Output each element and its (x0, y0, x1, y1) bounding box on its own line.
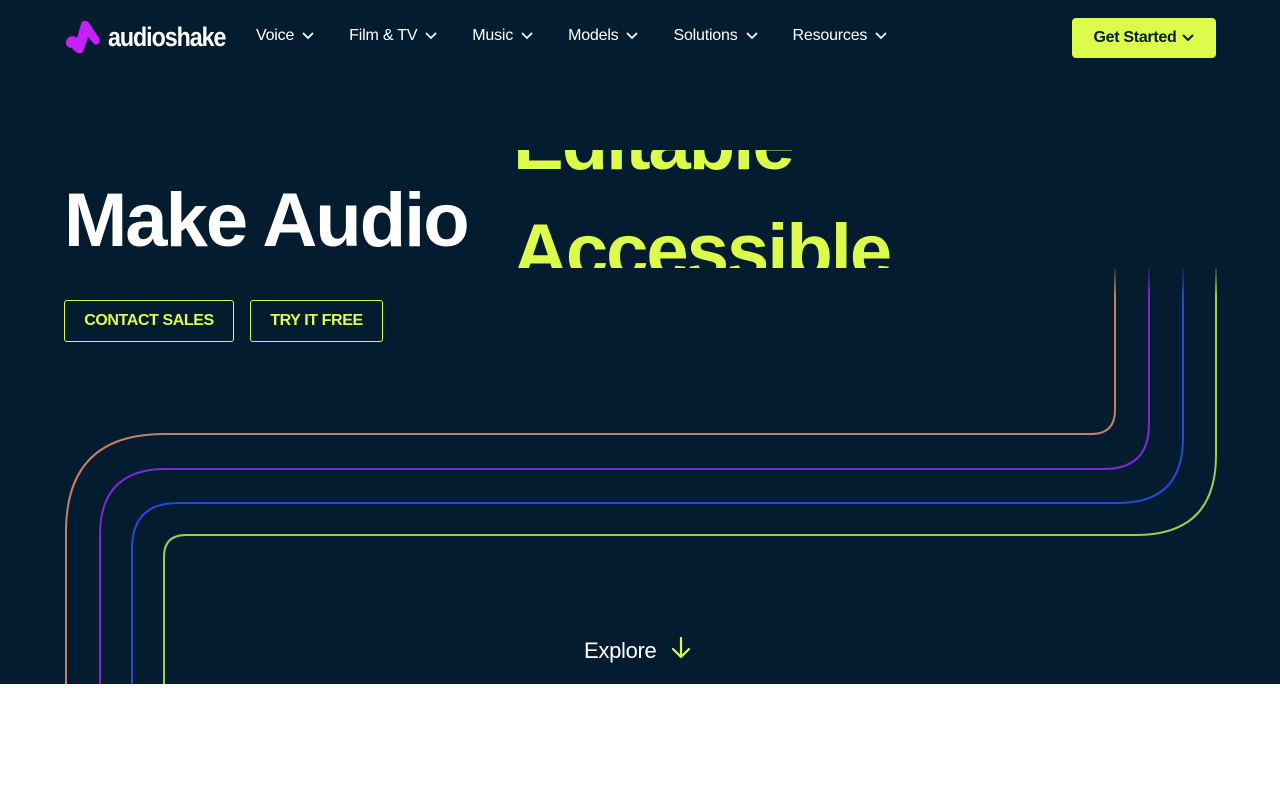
top-navigation: audioshake Voice Film & TV Music Models … (0, 0, 1280, 76)
nav-item-label: Resources (792, 27, 868, 44)
nav-item-label: Voice (256, 27, 295, 44)
nav-item-models[interactable]: Models (568, 24, 638, 48)
explore-label: Explore (584, 638, 657, 663)
main-menu: Voice Film & TV Music Models Solutions R… (256, 24, 887, 48)
get-started-label: Get Started (1093, 29, 1177, 46)
contact-sales-button[interactable]: CONTACT SALES (64, 300, 234, 342)
hero-headline: Make Audio (64, 178, 470, 263)
rotating-words: Editable Accessible (513, 150, 1033, 268)
explore-link[interactable]: Explore (584, 636, 691, 666)
chevron-down-icon (1182, 29, 1194, 47)
chevron-down-icon (746, 32, 758, 40)
nav-item-label: Models (568, 27, 619, 44)
audioshake-logo-icon (64, 18, 102, 56)
nav-item-label: Solutions (673, 27, 738, 44)
nav-item-solutions[interactable]: Solutions (673, 24, 757, 48)
nav-item-resources[interactable]: Resources (793, 24, 888, 48)
nav-item-music[interactable]: Music (472, 24, 533, 48)
brand-logo[interactable]: audioshake (64, 18, 245, 56)
chevron-down-icon (521, 32, 533, 40)
rotating-word-previous: Editable (513, 150, 795, 184)
arrow-down-icon (671, 636, 691, 666)
chevron-down-icon (875, 32, 887, 40)
decorative-lines (65, 262, 1230, 684)
nav-item-label: Film & TV (349, 27, 418, 44)
brand-name: audioshake (108, 21, 226, 52)
nav-item-label: Music (472, 27, 514, 44)
chevron-down-icon (302, 32, 314, 40)
nav-item-voice[interactable]: Voice (256, 24, 314, 48)
hero-section: audioshake Voice Film & TV Music Models … (0, 0, 1280, 684)
chevron-down-icon (425, 32, 437, 40)
nav-item-film-tv[interactable]: Film & TV (349, 24, 437, 48)
rotating-word-current: Accessible (513, 209, 892, 269)
try-it-free-button[interactable]: TRY IT FREE (250, 300, 383, 342)
get-started-button[interactable]: Get Started (1072, 18, 1216, 58)
chevron-down-icon (626, 32, 638, 40)
